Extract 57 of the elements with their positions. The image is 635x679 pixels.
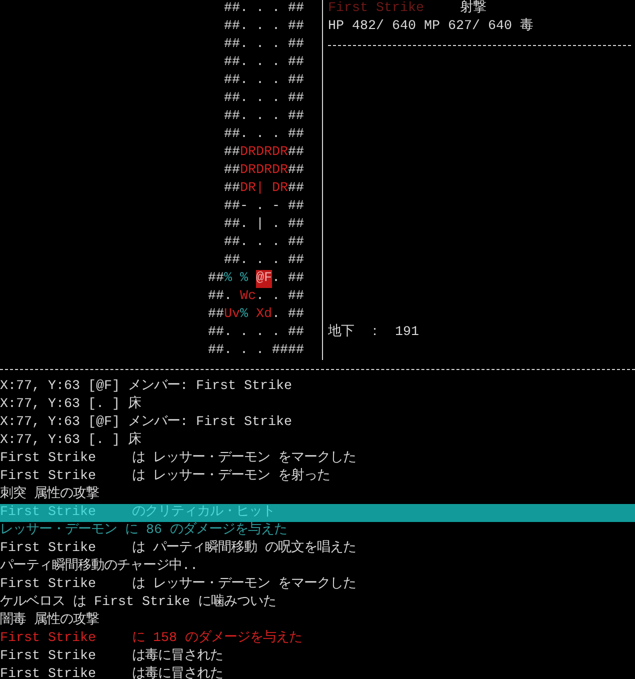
map-glyphs: % % xyxy=(224,270,249,288)
map-glyphs: ## xyxy=(288,162,304,180)
map-glyphs: ##. . . ## xyxy=(224,0,304,18)
map-glyphs: ## xyxy=(224,180,240,198)
map-glyphs: ##. | . ## xyxy=(224,216,304,234)
map-glyphs: ##. . . ## xyxy=(224,126,304,144)
map-glyphs: ##. . . ## xyxy=(224,54,304,72)
map-glyphs: Uv xyxy=(224,306,240,324)
member-action: 射撃 xyxy=(460,0,486,18)
map-glyphs: ##. . . . ## xyxy=(208,324,304,342)
map-glyphs: ## xyxy=(288,144,304,162)
map-glyphs: ##. xyxy=(208,288,233,306)
map-glyphs: @F xyxy=(256,270,272,288)
log-line: First Strike は レッサー・デーモン をマークした xyxy=(0,576,357,594)
map-glyphs: . ## xyxy=(272,306,304,324)
log-line: ケルベロス は First Strike に噛みついた xyxy=(0,594,277,612)
map-glyphs: . . ## xyxy=(256,288,304,306)
log-line: パーティ瞬間移動のチャージ中.. xyxy=(0,558,199,576)
floor-label: 地下 xyxy=(328,324,354,342)
map-glyphs: ##. . . ## xyxy=(224,36,304,54)
map-glyphs: ## xyxy=(208,270,224,288)
map-glyphs: % xyxy=(240,306,249,324)
log-line: First Strike に 158 のダメージを与えた xyxy=(0,630,303,648)
map-glyphs: ## xyxy=(224,144,240,162)
map-glyphs: ## xyxy=(224,162,240,180)
map-glyphs: ##. . . ## xyxy=(224,90,304,108)
map-glyphs: ##. . . ## xyxy=(224,72,304,90)
map-glyphs: DRDRDR xyxy=(240,144,288,162)
log-line: X:77, Y:63 [@F] メンバー: First Strike xyxy=(0,378,293,396)
map-glyphs: ##. . . ## xyxy=(224,234,304,252)
log-line: X:77, Y:63 [@F] メンバー: First Strike xyxy=(0,414,293,432)
map-glyphs: Wc xyxy=(240,288,256,306)
log-line: First Strike は パーティ瞬間移動 の呪文を唱えた xyxy=(0,540,357,558)
log-line: 闇毒 属性の攻撃 xyxy=(0,612,100,630)
map-glyphs: ##. . . ## xyxy=(224,252,304,270)
map-glyphs: . ## xyxy=(272,270,304,288)
map-glyphs: ##. . . ## xyxy=(224,18,304,36)
map-glyphs: DR| DR xyxy=(240,180,288,198)
map-glyphs: ##. . . #### xyxy=(208,342,304,360)
log-line: X:77, Y:63 [. ] 床 xyxy=(0,396,142,414)
floor-separator: ： xyxy=(368,324,381,342)
map-glyphs: ## xyxy=(208,306,224,324)
map-glyphs: ##- . - ## xyxy=(224,198,304,216)
map-glyphs: ## xyxy=(288,180,304,198)
log-line: レッサー・デーモン に 86 のダメージを与えた xyxy=(0,522,288,540)
log-line: First Strike は レッサー・デーモン をマークした xyxy=(0,450,357,468)
map-glyphs: ##. . . ## xyxy=(224,108,304,126)
log-line: 刺突 属性の攻撃 xyxy=(0,486,100,504)
member-name: First Strike xyxy=(328,0,425,18)
log-line: First Strike は毒に冒された xyxy=(0,666,224,679)
log-line: X:77, Y:63 [. ] 床 xyxy=(0,432,142,450)
log-line: First Strike は毒に冒された xyxy=(0,648,224,666)
map-glyphs: Xd xyxy=(256,306,272,324)
map-glyphs: DRDRDR xyxy=(240,162,288,180)
member-stats: HP 482/ 640 MP 627/ 640 毒 xyxy=(328,18,533,36)
floor-value: 191 xyxy=(395,324,419,342)
log-line: First Strike は レッサー・デーモン を射った xyxy=(0,468,331,486)
